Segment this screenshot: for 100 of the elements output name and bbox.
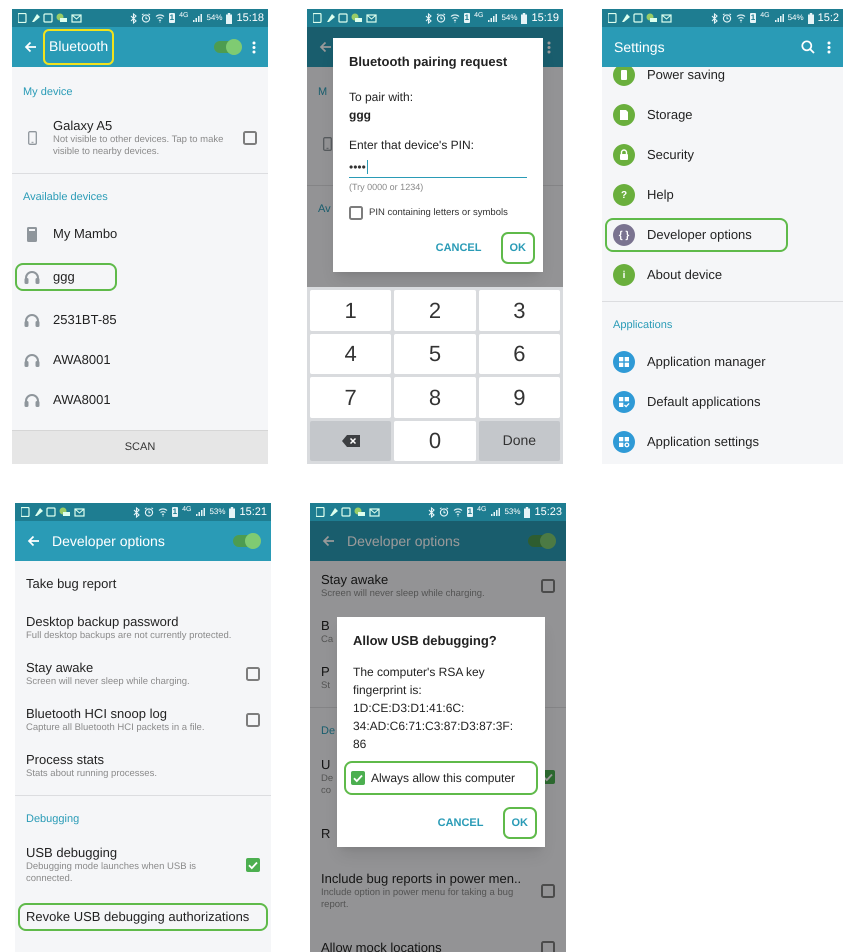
checkbox[interactable]	[246, 713, 260, 727]
item-title[interactable]: Bluetooth HCI snoop log	[26, 706, 167, 722]
keypad-key[interactable]: 1	[310, 290, 392, 330]
item-title[interactable]: Galaxy A5	[53, 118, 112, 134]
more-options-icon[interactable]	[252, 40, 256, 54]
keypad-key[interactable]: 8	[394, 377, 476, 418]
keypad-key[interactable]: 6	[478, 334, 560, 374]
checkbox[interactable]	[246, 858, 260, 872]
checkbox[interactable]	[349, 206, 363, 220]
battery-icon	[226, 12, 232, 24]
more-options-icon[interactable]	[827, 40, 831, 54]
battery-icon	[521, 12, 528, 24]
item-title[interactable]: Include bug reports in power men..	[321, 871, 522, 887]
item-title[interactable]: USB debugging	[26, 845, 118, 861]
item-title[interactable]: Allow mock locations	[321, 940, 442, 952]
keypad-key[interactable]: 5	[394, 334, 476, 374]
wifi-icon	[154, 13, 165, 23]
signal-icon	[487, 13, 498, 23]
keypad-key[interactable]: 3	[478, 290, 560, 330]
item-title[interactable]: Revoke USB debugging authorizations	[26, 909, 250, 925]
more-options-icon[interactable]	[547, 40, 551, 54]
checkbox[interactable]	[351, 770, 365, 784]
section-header: Available devices	[23, 190, 108, 205]
headphones-icon	[24, 313, 40, 327]
clock-time: 15:21	[239, 504, 267, 520]
item-subtitle: Full desktop backups are not currently protected.	[26, 630, 232, 642]
checkbox[interactable]	[541, 579, 555, 593]
hint-text: (Try 0000 or 1234)	[349, 180, 424, 194]
toggle-switch[interactable]	[233, 535, 259, 547]
search-icon[interactable]	[801, 40, 815, 54]
bluetooth-icon	[132, 506, 140, 518]
checkbox[interactable]	[541, 884, 555, 898]
pin-field[interactable]: ••••	[349, 158, 527, 178]
item-title[interactable]: R	[321, 826, 330, 842]
back-arrow-icon[interactable]	[27, 535, 40, 547]
item-subtitle: Screen will never sleep while charging.	[26, 676, 190, 688]
item-title[interactable]: P	[321, 664, 330, 680]
item-title[interactable]: 2531BT-85	[53, 312, 117, 328]
backspace-key[interactable]	[310, 420, 392, 461]
item-title[interactable]: Desktop backup password	[26, 614, 178, 630]
sim-indicator: 1	[168, 13, 176, 23]
speaker-icon	[27, 226, 37, 242]
keypad-key[interactable]: 7	[310, 377, 392, 418]
alarm-icon	[436, 13, 446, 23]
item-title[interactable]: AWA8001	[53, 352, 111, 368]
item-title[interactable]: Help	[647, 187, 674, 203]
alarm-icon	[140, 13, 151, 23]
backspace-icon	[342, 434, 360, 447]
item-title[interactable]: B	[321, 618, 330, 634]
item-title[interactable]: Developer options	[647, 227, 752, 243]
notification-icons-drawing	[18, 13, 82, 23]
scan-button[interactable]: SCAN	[12, 430, 268, 464]
item-subtitle: St	[321, 680, 330, 692]
screen-title: Developer options	[347, 534, 460, 548]
item-title[interactable]: Security	[647, 147, 694, 163]
item-title[interactable]: Power saving	[647, 67, 726, 83]
back-arrow-icon[interactable]	[322, 535, 335, 547]
item-title[interactable]: Storage	[647, 107, 693, 123]
battery-percent: 54%	[788, 12, 804, 24]
keypad-key[interactable]: 2	[394, 290, 476, 330]
checkbox-label[interactable]: Always allow this computer	[371, 768, 516, 786]
keypad-key[interactable]: 4	[310, 334, 392, 374]
item-title[interactable]: U	[321, 757, 330, 773]
section-header: Av	[318, 202, 331, 217]
item-title[interactable]: Application manager	[647, 354, 766, 370]
keypad-key[interactable]: 9	[478, 377, 560, 418]
item-title[interactable]: Default applications	[647, 394, 760, 410]
toggle-switch[interactable]	[528, 535, 554, 547]
back-arrow-icon[interactable]	[319, 41, 332, 53]
section-header: Applications	[613, 318, 672, 333]
done-key[interactable]: Done	[478, 420, 560, 461]
sim-indicator: 1	[464, 13, 470, 23]
alarm-icon	[438, 507, 449, 517]
signal-icon	[774, 13, 784, 23]
checkbox[interactable]	[243, 131, 257, 145]
item-title[interactable]: Application settings	[647, 434, 760, 450]
item-title[interactable]: Take bug report	[26, 576, 116, 592]
item-title[interactable]: AWA8001	[53, 392, 111, 408]
wifi-icon	[736, 13, 746, 23]
section-header: M	[318, 84, 328, 100]
item-title[interactable]: Stay awake	[26, 660, 94, 676]
checkbox[interactable]	[541, 941, 555, 952]
signal-icon	[192, 13, 202, 23]
item-subtitle: Include option in power menu for taking a bug report.	[321, 887, 514, 911]
back-arrow-icon[interactable]	[24, 41, 37, 53]
item-title[interactable]: Process stats	[26, 752, 104, 768]
setting-icon: i	[613, 264, 635, 286]
battery-icon	[229, 506, 236, 518]
bluetooth-icon	[710, 12, 718, 24]
item-subtitle: Stats about running processes.	[26, 768, 157, 780]
alarm-icon	[722, 13, 732, 23]
checkbox[interactable]	[246, 667, 260, 681]
section-header: De	[321, 724, 336, 739]
item-title[interactable]: My Mambo	[53, 226, 118, 242]
item-title[interactable]: Stay awake	[321, 572, 388, 588]
checkbox-label[interactable]: PIN containing letters or symbols	[369, 206, 508, 220]
keypad-key[interactable]: 0	[394, 420, 476, 461]
toggle-switch[interactable]	[214, 41, 240, 53]
item-title[interactable]: About device	[647, 267, 722, 283]
item-title[interactable]: ggg	[53, 269, 75, 285]
